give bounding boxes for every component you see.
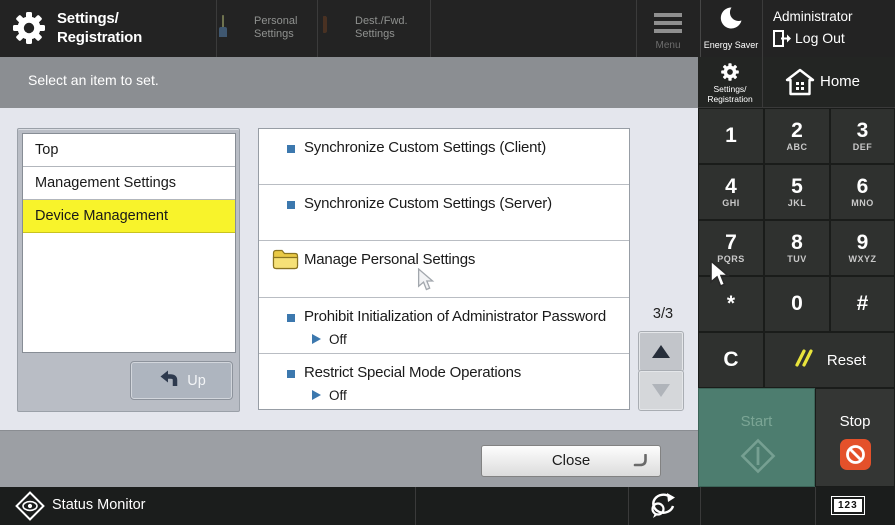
value-arrow-icon (312, 390, 321, 400)
main-content: Top Management Settings Device Managemen… (0, 108, 698, 430)
up-button[interactable]: Up (131, 362, 232, 399)
logout-button[interactable]: Administrator Log Out (762, 0, 895, 57)
moon-icon (719, 6, 743, 35)
key-9[interactable]: 9WXYZ (830, 220, 895, 276)
home-button[interactable]: Home (763, 57, 895, 108)
gear-icon (9, 8, 49, 53)
home-icon (785, 68, 815, 101)
address-book-icon (323, 16, 327, 34)
reset-button[interactable]: Reset (764, 332, 895, 388)
setting-value: Off (329, 332, 347, 347)
stop-button[interactable]: Stop (815, 388, 895, 487)
reset-slashes-icon (793, 349, 815, 372)
personal-settings-icon (222, 16, 224, 34)
key-hash[interactable]: # (830, 276, 895, 332)
bottom-bar: Status Monitor 123 (0, 487, 895, 525)
device-touchscreen: Settings/ Registration Personal Settings… (0, 0, 895, 525)
language-switch-icon[interactable] (648, 492, 678, 525)
status-monitor-button[interactable]: Status Monitor (52, 497, 146, 513)
tree-item-top[interactable]: Top (23, 134, 235, 167)
bullet-icon (287, 314, 295, 322)
setting-row-manage-personal[interactable]: Manage Personal Settings (259, 241, 629, 297)
key-3[interactable]: 3DEF (830, 108, 895, 164)
key-1[interactable]: 1 (698, 108, 764, 164)
top-bar: Settings/ Registration Personal Settings… (0, 0, 895, 57)
bullet-icon (287, 145, 295, 153)
settings-items-panel: Synchronize Custom Settings (Client) Syn… (258, 128, 630, 410)
key-4[interactable]: 4GHI (698, 164, 764, 220)
status-message: Select an item to set. (28, 72, 159, 88)
key-6[interactable]: 6MNO (830, 164, 895, 220)
footer-strip: Close (0, 430, 698, 487)
settings-registration-header: Settings/ Registration (0, 0, 216, 57)
status-monitor-icon (15, 491, 45, 525)
key-7[interactable]: 7PQRS (698, 220, 764, 276)
key-5[interactable]: 5JKL (764, 164, 830, 220)
close-button[interactable]: Close (481, 445, 661, 477)
return-hook-icon (632, 454, 648, 473)
logout-door-icon (773, 30, 791, 52)
page-title: Settings/ Registration (57, 9, 142, 47)
logged-in-user: Administrator (773, 9, 853, 24)
setting-value: Off (329, 388, 347, 403)
start-button[interactable]: Start (698, 388, 815, 487)
setting-row-sync-server[interactable]: Synchronize Custom Settings (Server) (259, 185, 629, 241)
key-0[interactable]: 0 (764, 276, 830, 332)
settings-registration-button[interactable]: Settings/ Registration (698, 57, 763, 108)
energy-saver-button[interactable]: Energy Saver (700, 0, 762, 57)
page-down-button[interactable] (639, 371, 683, 410)
counter-label: 123 (834, 499, 862, 512)
key-8[interactable]: 8TUV (764, 220, 830, 276)
counter-check-button[interactable]: 123 (831, 496, 865, 515)
status-message-bar: Select an item to set. (0, 57, 698, 108)
bullet-icon (287, 201, 295, 209)
tree-item-management-settings[interactable]: Management Settings (23, 167, 235, 200)
hamburger-icon (654, 13, 682, 37)
settings-tree-panel: Top Management Settings Device Managemen… (17, 128, 240, 412)
menu-button[interactable]: Menu (636, 0, 700, 57)
setting-row-prohibit-init[interactable]: Prohibit Initialization of Administrator… (259, 298, 629, 354)
tree-item-device-management[interactable]: Device Management (23, 200, 235, 233)
ghost-cursor (417, 268, 435, 298)
start-diamond-icon (735, 433, 781, 484)
arrow-down-icon (652, 384, 670, 397)
page-up-button[interactable] (639, 332, 683, 371)
key-2[interactable]: 2ABC (764, 108, 830, 164)
setting-row-restrict-special[interactable]: Restrict Special Mode Operations Off (259, 354, 629, 409)
settings-tree-list: Top Management Settings Device Managemen… (22, 133, 236, 353)
mouse-cursor (709, 260, 731, 295)
tab-dest-fwd-settings[interactable]: Dest./Fwd. Settings (317, 0, 430, 57)
tab-personal-settings[interactable]: Personal Settings (216, 0, 317, 57)
key-clear[interactable]: C (698, 332, 764, 388)
key-star[interactable]: * (698, 276, 764, 332)
page-indicator: 3/3 (640, 306, 686, 322)
setting-row-sync-client[interactable]: Synchronize Custom Settings (Client) (259, 129, 629, 185)
up-arrow-icon (157, 368, 178, 393)
stop-prohibition-icon (840, 439, 871, 470)
bullet-icon (287, 370, 295, 378)
value-arrow-icon (312, 334, 321, 344)
arrow-up-icon (652, 345, 670, 358)
folder-icon (272, 248, 299, 275)
numeric-keypad: 1 2ABC 3DEF 4GHI 5JKL 6MNO 7PQRS 8TUV 9W… (698, 108, 895, 388)
